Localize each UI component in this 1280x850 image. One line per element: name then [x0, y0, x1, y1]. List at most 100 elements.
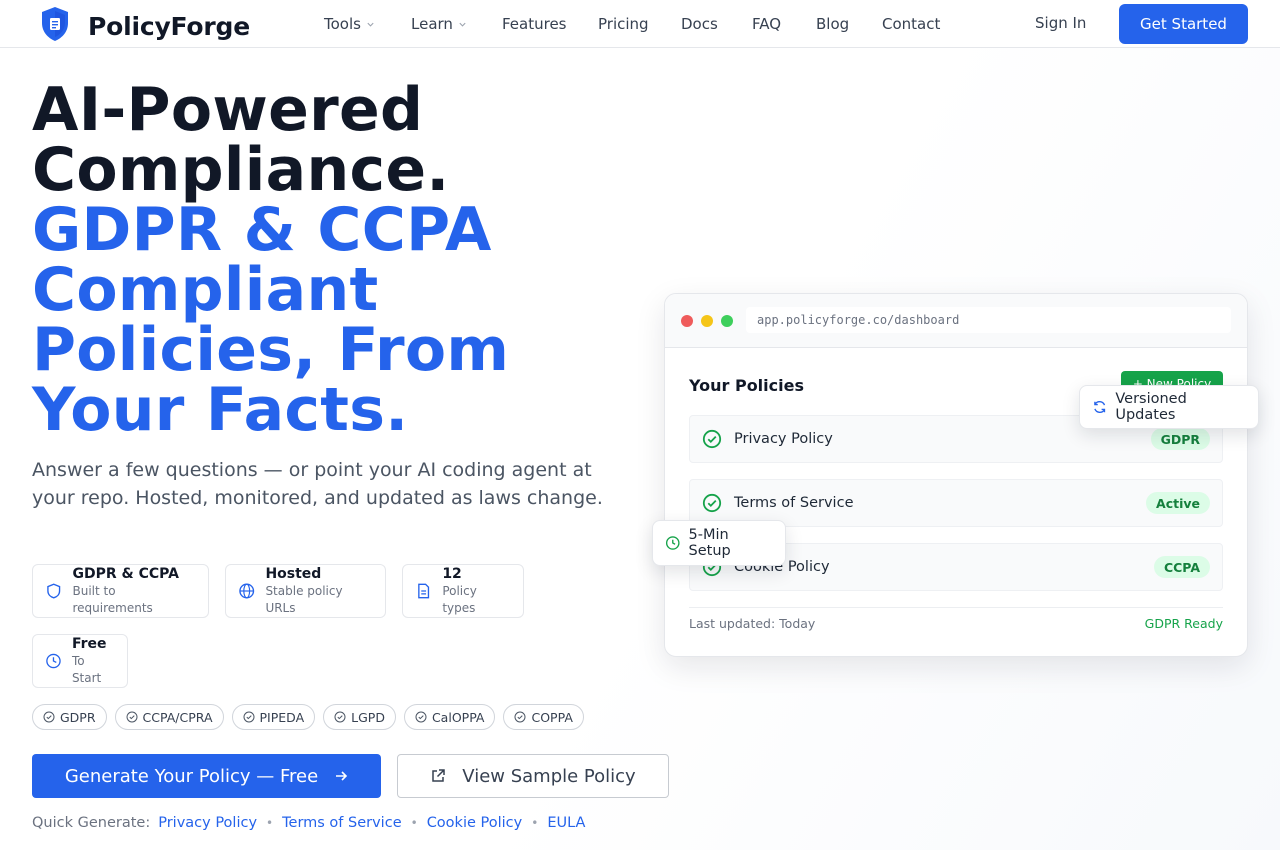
separator-dot: • — [410, 816, 418, 830]
law-chip: LGPD — [323, 704, 396, 730]
versioned-updates-card: Versioned Updates — [1079, 385, 1259, 429]
law-chip: CalOPPA — [403, 704, 496, 730]
check-circle-icon — [43, 711, 55, 723]
last-updated: Last updated: Today — [689, 616, 816, 631]
sign-in-link[interactable]: Sign In — [1035, 14, 1086, 32]
law-chip: CCPA/CPRA — [114, 704, 224, 730]
feature-title: Free — [71, 635, 107, 652]
law-chips: GDPR CCPA/CPRA PIPEDA LGPD CalOPPA COPPA — [32, 704, 592, 730]
quick-generate: Quick Generate: Privacy Policy • Terms o… — [32, 815, 585, 831]
view-sample-button[interactable]: View Sample Policy — [397, 754, 669, 798]
quick-link-eula[interactable]: EULA — [547, 815, 585, 831]
generate-policy-button[interactable]: Generate Your Policy — Free — [32, 754, 381, 798]
dashboard-footer: Last updated: Today GDPR Ready — [689, 607, 1223, 631]
landing-page: PolicyForge Tools Learn Features Pricing… — [0, 0, 1280, 850]
shield-logo-icon — [40, 6, 70, 46]
shield-icon — [47, 583, 61, 599]
law-chip-label: CalOPPA — [431, 709, 485, 725]
feature-caption: Stable policy URLs — [265, 583, 343, 615]
check-circle-icon — [702, 429, 722, 449]
quick-link-terms[interactable]: Terms of Service — [282, 815, 401, 831]
quick-generate-label: Quick Generate: — [32, 815, 151, 831]
refresh-icon — [1094, 400, 1106, 414]
law-chip-label: LGPD — [351, 709, 385, 725]
chevron-down-icon — [459, 22, 466, 27]
feature-card-types: 12 Policy types — [402, 564, 524, 618]
dashboard-preview: app.policyforge.co/dashboard Your Polici… — [664, 293, 1248, 657]
nav-docs[interactable]: Docs — [681, 15, 752, 33]
nav-contact[interactable]: Contact — [882, 15, 940, 33]
check-circle-icon — [126, 711, 138, 723]
check-circle-icon — [702, 493, 722, 513]
feature-card-gdpr: GDPR & CCPA Built to requirements — [32, 564, 209, 618]
feature-caption: To Start — [71, 653, 102, 685]
nav-learn[interactable]: Learn — [411, 15, 502, 33]
check-circle-icon — [243, 711, 254, 723]
law-chip-label: GDPR — [60, 709, 96, 725]
headline-line: Policies, From — [32, 315, 510, 385]
headline-line: GDPR & CCPA — [32, 195, 492, 265]
browser-bar: app.policyforge.co/dashboard — [665, 294, 1247, 348]
status-badge: CCPA — [1153, 556, 1210, 578]
policies-title: Your Policies — [689, 376, 804, 395]
headline-line: Your Facts. — [32, 375, 409, 445]
top-nav: PolicyForge Tools Learn Features Pricing… — [0, 0, 1280, 48]
brand-name: PolicyForge — [88, 11, 250, 41]
status-badge: GDPR — [1150, 428, 1210, 450]
law-chip: PIPEDA — [231, 704, 316, 730]
traffic-light-yellow — [701, 315, 713, 327]
nav-learn-label: Learn — [411, 15, 453, 33]
separator-dot: • — [531, 816, 539, 830]
versioned-updates-label: Versioned Updates — [1115, 391, 1187, 423]
view-sample-label: View Sample Policy — [462, 765, 636, 787]
clock-icon — [665, 536, 680, 550]
quick-link-cookie[interactable]: Cookie Policy — [427, 815, 523, 831]
status-badge: Active — [1146, 492, 1210, 514]
globe-icon — [239, 583, 255, 599]
feature-caption: Built to requirements — [72, 583, 153, 615]
hero-subtitle: Answer a few questions — or point your A… — [32, 459, 603, 509]
setup-time-label: 5-Min Setup — [688, 527, 731, 559]
check-circle-icon — [514, 711, 526, 723]
feature-title: Hosted — [265, 565, 322, 582]
brand[interactable]: PolicyForge — [40, 6, 250, 46]
nav-blog[interactable]: Blog — [816, 15, 882, 33]
headline-line: AI-Powered — [32, 75, 424, 145]
traffic-light-red — [681, 315, 693, 327]
clock-icon — [46, 653, 61, 669]
law-chip: GDPR — [32, 704, 107, 730]
get-started-button[interactable]: Get Started — [1119, 4, 1248, 44]
external-link-icon — [432, 769, 446, 782]
nav-faq[interactable]: FAQ — [752, 15, 816, 33]
headline-line: Compliant — [32, 255, 379, 325]
setup-time-card: 5-Min Setup — [652, 520, 786, 566]
traffic-light-green — [721, 315, 733, 327]
feature-caption: Policy types — [442, 583, 477, 615]
nav-tools-label: Tools — [324, 15, 361, 33]
headline-line: Compliance. — [32, 135, 450, 205]
feature-card-hosted: Hosted Stable policy URLs — [225, 564, 386, 618]
generate-policy-label: Generate Your Policy — Free — [64, 765, 319, 787]
check-circle-icon — [415, 711, 427, 723]
law-chip-label: COPPA — [531, 709, 573, 725]
law-chip-label: PIPEDA — [259, 709, 305, 725]
policy-name: Privacy Policy — [734, 431, 833, 447]
policy-name: Cookie Policy — [734, 559, 830, 575]
policy-name: Terms of Service — [734, 495, 854, 511]
quick-link-privacy[interactable]: Privacy Policy — [158, 815, 257, 831]
nav-tools[interactable]: Tools — [324, 15, 411, 33]
nav-pricing[interactable]: Pricing — [598, 15, 681, 33]
feature-title: 12 — [442, 565, 462, 582]
feature-card-free: Free To Start — [32, 634, 128, 688]
document-icon — [418, 583, 430, 599]
chevron-down-icon — [367, 22, 374, 27]
arrow-right-icon — [336, 771, 348, 781]
law-chip-label: CCPA/CPRA — [142, 709, 213, 725]
address-bar: app.policyforge.co/dashboard — [746, 307, 1231, 333]
separator-dot: • — [266, 816, 274, 830]
nav-links: Tools Learn Features Pricing Docs FAQ Bl… — [324, 0, 940, 48]
feature-title: GDPR & CCPA — [72, 565, 179, 582]
hero-headline: AI-Powered Compliance. GDPR & CCPA Compl… — [32, 80, 652, 440]
check-circle-icon — [334, 711, 346, 723]
nav-features[interactable]: Features — [502, 15, 598, 33]
